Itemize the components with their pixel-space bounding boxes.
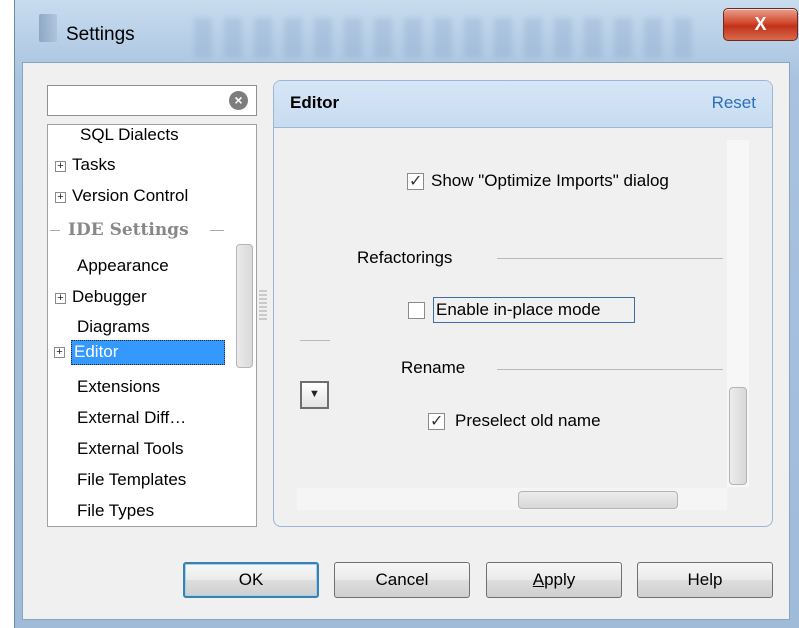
apply-label-rest: pply — [544, 570, 576, 589]
show-optimize-imports-label: Show "Optimize Imports" dialog — [431, 171, 669, 190]
expand-icon[interactable]: + — [54, 347, 65, 358]
refactorings-header: Refactorings — [357, 248, 453, 267]
tree-scrollbar-thumb[interactable] — [236, 244, 253, 368]
expand-icon[interactable]: + — [55, 161, 66, 172]
panel-header: Editor Reset — [274, 81, 772, 128]
window-title: Settings — [66, 24, 135, 45]
tree-group-ide-settings: IDE Settings — [48, 218, 256, 242]
show-optimize-imports-checkbox[interactable] — [407, 171, 424, 191]
reset-link[interactable]: Reset — [712, 93, 756, 113]
settings-tree[interactable]: SQL Dialects + Tasks + Version Control I… — [47, 124, 257, 527]
title-bar-decoration — [194, 18, 694, 58]
enable-inplace-checkbox[interactable] — [408, 302, 425, 319]
app-icon — [39, 14, 57, 42]
ok-button[interactable]: OK — [183, 562, 319, 598]
expand-icon[interactable]: + — [55, 192, 66, 203]
panel-title: Editor — [290, 93, 340, 112]
tree-item-editor-label: Editor — [74, 342, 119, 361]
expand-icon[interactable]: + — [55, 293, 66, 304]
apply-button[interactable]: Apply — [486, 562, 622, 598]
search-input[interactable] — [47, 85, 257, 116]
rename-header: Rename — [401, 358, 466, 377]
close-button[interactable]: X — [723, 8, 798, 41]
clear-search-icon[interactable]: × — [229, 91, 248, 110]
preselect-old-name-label: Preselect old name — [455, 411, 601, 430]
cancel-button[interactable]: Cancel — [334, 562, 470, 598]
dropdown-button[interactable]: ▼ — [300, 381, 329, 409]
horizontal-scrollbar-thumb[interactable] — [518, 491, 678, 509]
help-button[interactable]: Help — [637, 562, 773, 598]
enable-inplace-label: Enable in-place mode — [436, 300, 601, 319]
rename-separator — [497, 369, 723, 370]
vertical-scrollbar-thumb[interactable] — [729, 387, 747, 485]
refactorings-separator — [497, 258, 723, 259]
left-separator — [300, 340, 330, 341]
preselect-old-name-checkbox[interactable] — [428, 411, 445, 431]
apply-mnemonic: A — [532, 570, 545, 589]
splitter-handle[interactable] — [259, 290, 267, 320]
